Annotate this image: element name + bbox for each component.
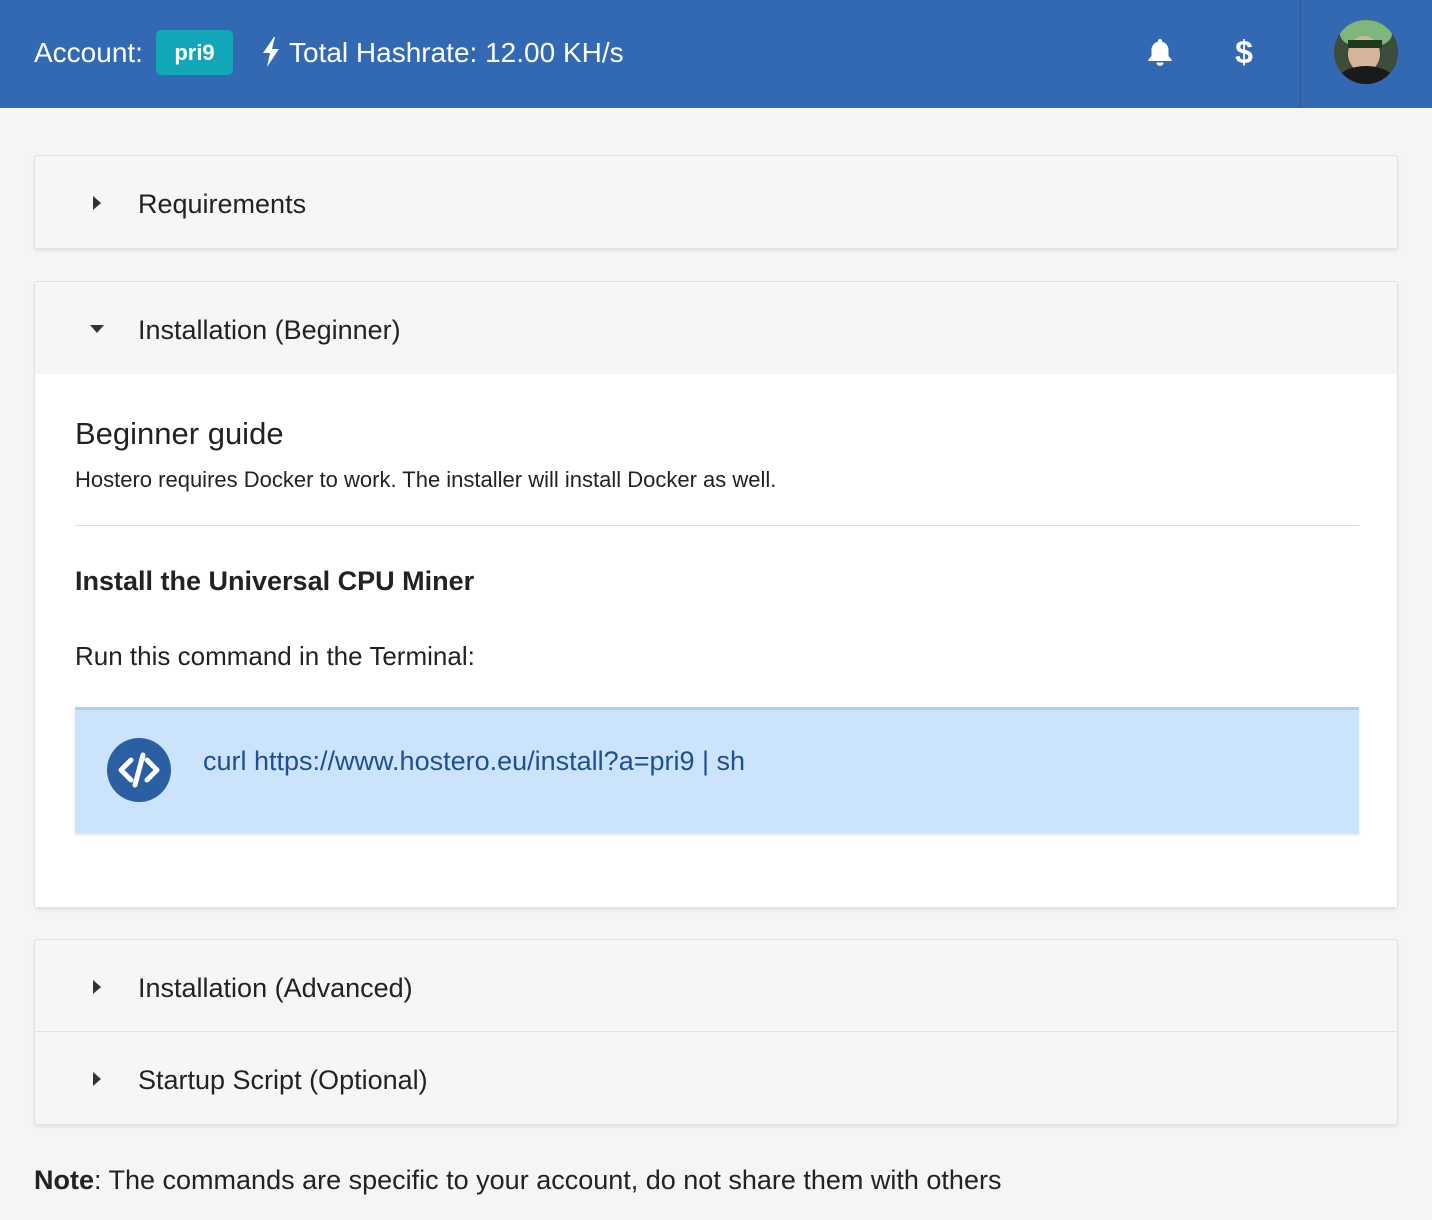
section-title: Install the Universal CPU Miner <box>75 566 475 596</box>
accordion-group-advanced: Installation (Advanced) Startup Script (… <box>34 939 1398 1125</box>
accordion-title: Requirements <box>138 189 307 219</box>
notifications-bell-icon[interactable] <box>1144 36 1176 68</box>
lightning-bolt-icon <box>263 37 279 67</box>
user-avatar[interactable] <box>1334 20 1398 84</box>
accordion-header-beginner[interactable]: Installation (Beginner) <box>35 282 1397 374</box>
note-text: : The commands are specific to your acco… <box>94 1165 1002 1195</box>
install-command[interactable]: curl https://www.hostero.eu/install?a=pr… <box>203 744 745 778</box>
accordion-title: Installation (Beginner) <box>138 315 401 345</box>
beginner-guide-panel: Beginner guide Hostero requires Docker t… <box>35 374 1397 907</box>
caret-down-icon <box>90 325 104 333</box>
topbar-divider <box>1300 0 1301 108</box>
accordion-header-advanced[interactable]: Installation (Advanced) <box>35 940 1397 1032</box>
account-label: Account: <box>34 37 143 68</box>
accordion-requirements: Requirements <box>34 155 1398 249</box>
top-bar: Account: pri9 Total Hashrate: 12.00 KH/s… <box>0 0 1432 108</box>
note-label: Note <box>34 1165 94 1195</box>
accordion-installation-beginner: Installation (Beginner) Beginner guide H… <box>34 281 1398 908</box>
accordion-header-requirements[interactable]: Requirements <box>35 156 1397 248</box>
command-box: curl https://www.hostero.eu/install?a=pr… <box>75 707 1359 833</box>
account-note: Note: The commands are specific to your … <box>34 1163 1001 1197</box>
run-instruction: Run this command in the Terminal: <box>75 641 475 671</box>
billing-dollar-icon[interactable]: $ <box>1230 34 1258 70</box>
accordion-title: Installation (Advanced) <box>138 973 413 1003</box>
guide-subtitle: Hostero requires Docker to work. The ins… <box>75 467 777 492</box>
avatar-image <box>1334 20 1398 84</box>
code-icon <box>107 738 171 802</box>
accordion-title: Startup Script (Optional) <box>138 1065 428 1095</box>
caret-right-icon <box>93 1072 101 1086</box>
account-badge[interactable]: pri9 <box>156 30 233 75</box>
divider <box>75 525 1359 526</box>
guide-title: Beginner guide <box>75 416 284 451</box>
caret-right-icon <box>93 196 101 210</box>
caret-right-icon <box>93 980 101 994</box>
accordion-header-startup-script[interactable]: Startup Script (Optional) <box>35 1032 1397 1124</box>
total-hashrate: Total Hashrate: 12.00 KH/s <box>289 37 624 68</box>
